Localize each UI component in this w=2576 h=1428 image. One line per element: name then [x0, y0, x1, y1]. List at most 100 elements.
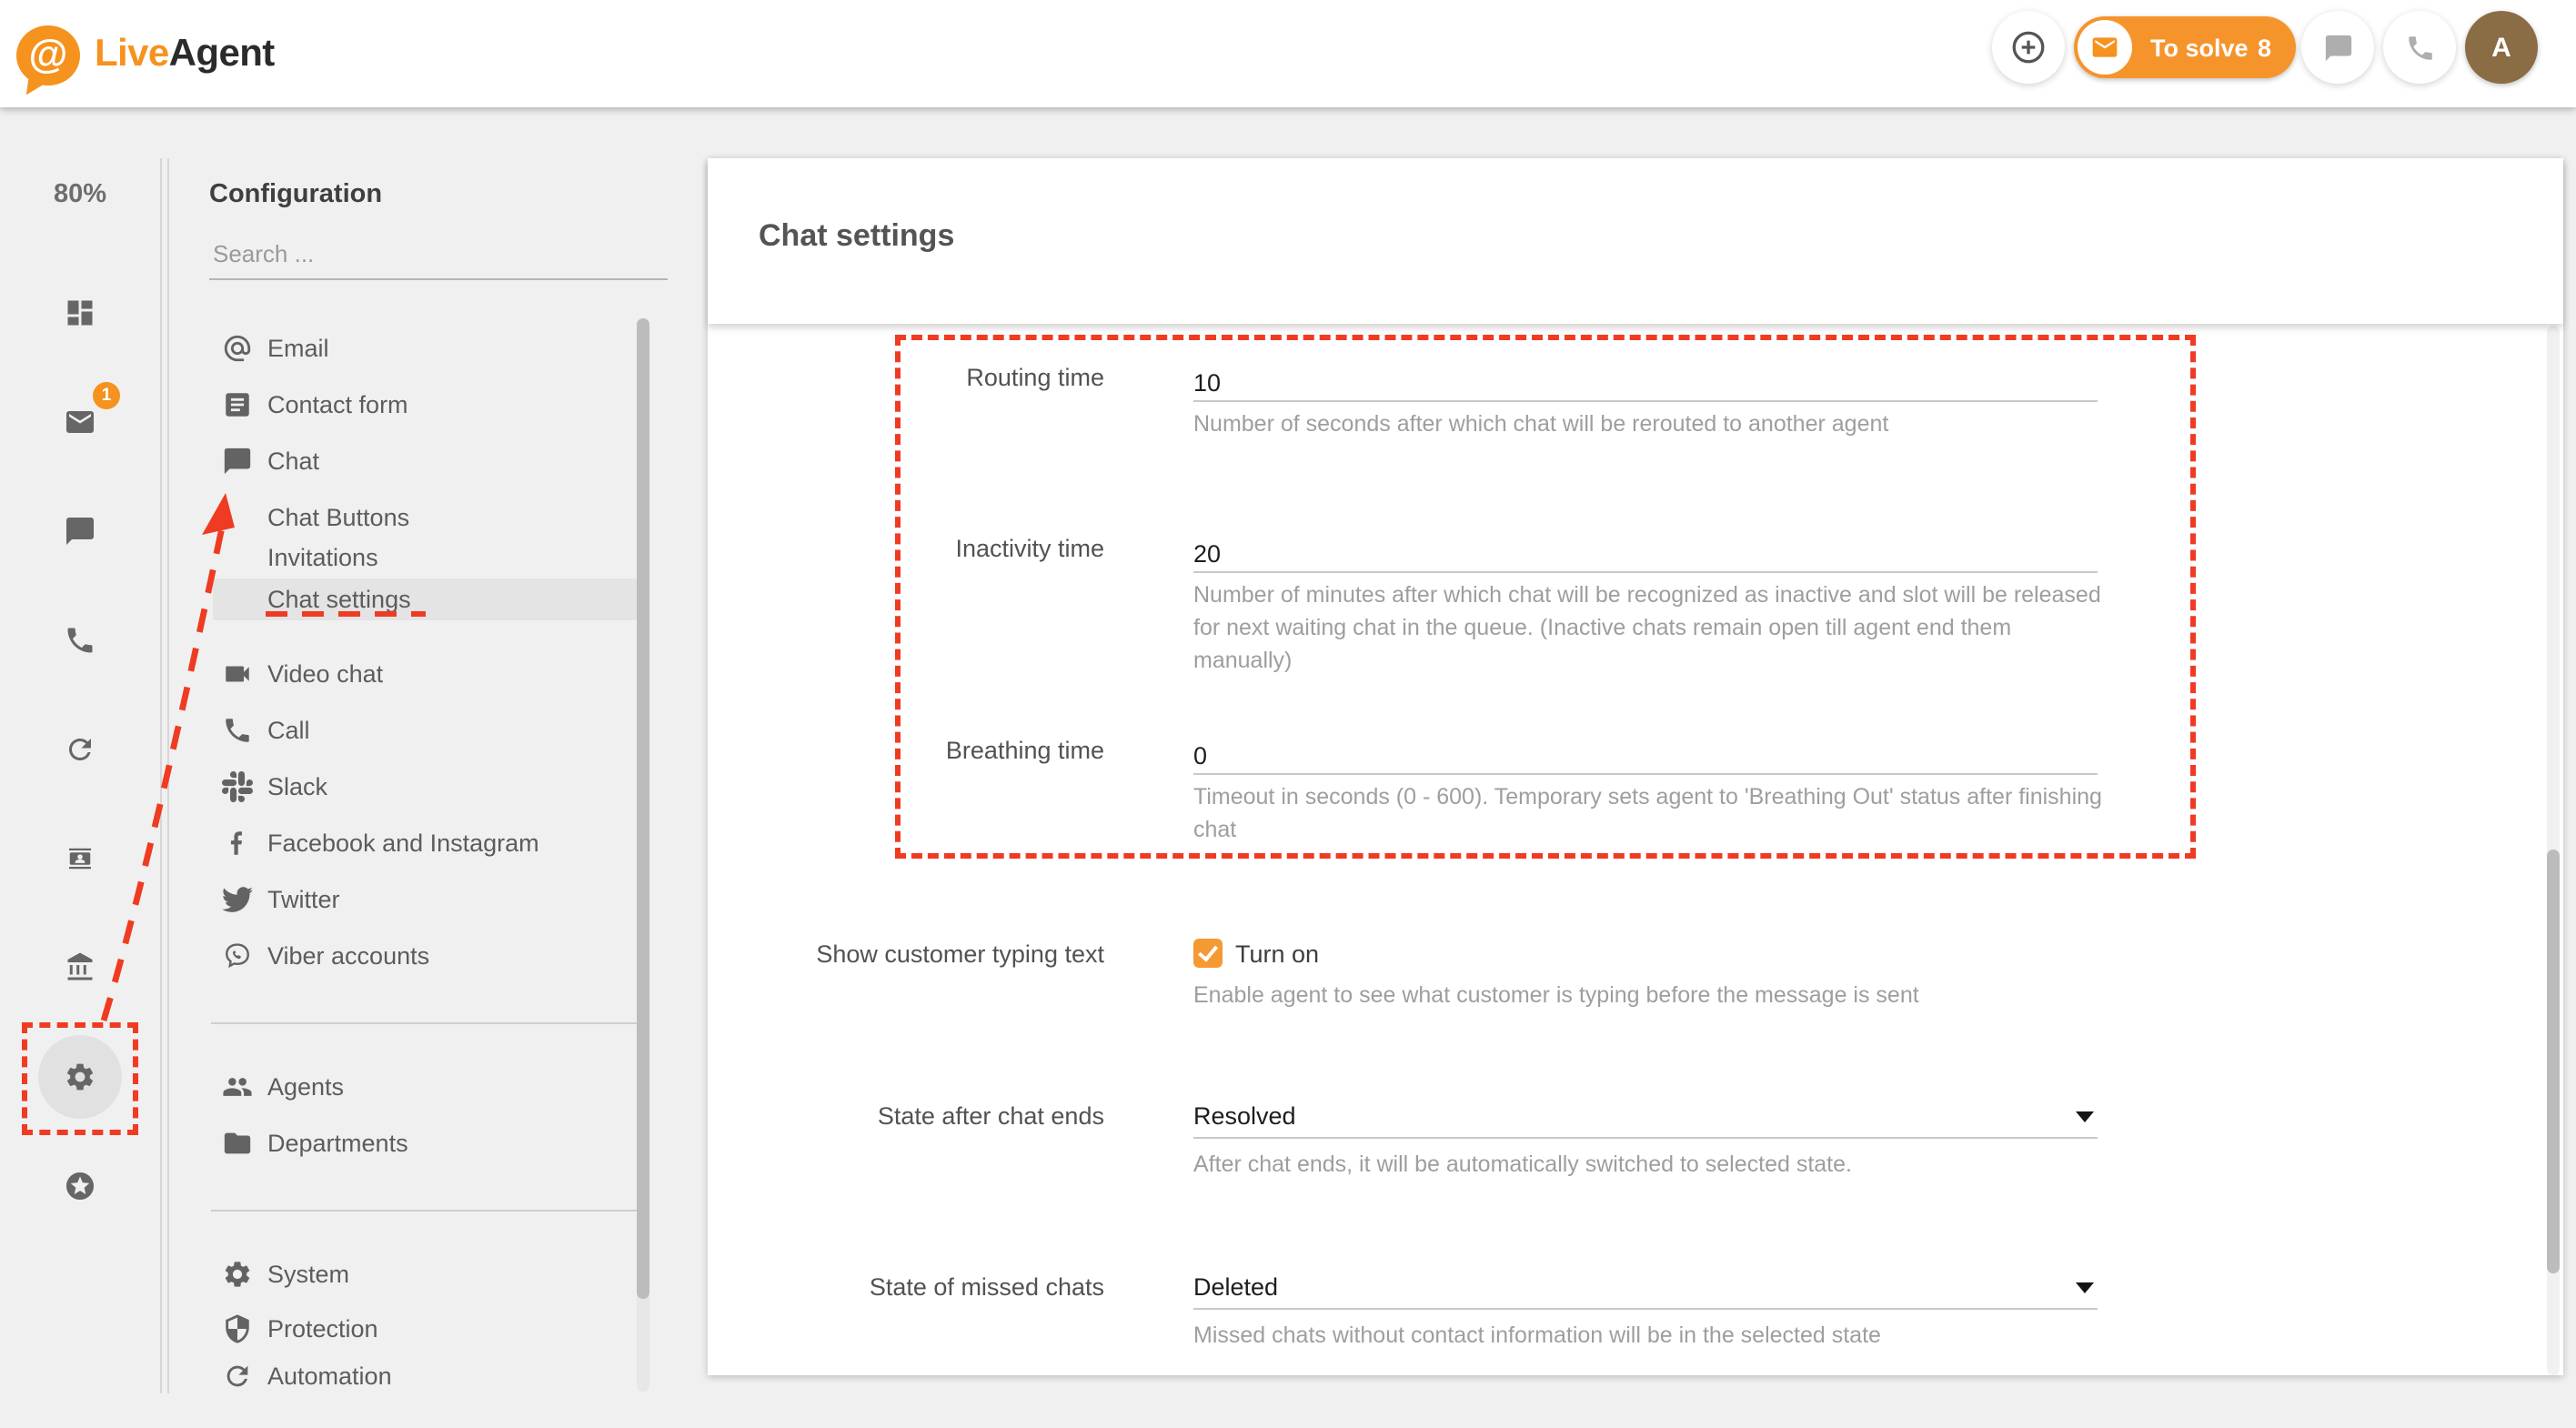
sidebar-item-automation[interactable]: Automation	[169, 1357, 637, 1392]
sidebar-item-system[interactable]: System	[169, 1255, 637, 1295]
routing-time-input[interactable]	[1193, 364, 2098, 402]
configuration-title: Configuration	[209, 180, 382, 209]
settings-annotation-box	[22, 1022, 138, 1135]
chevron-down-icon[interactable]	[2076, 1282, 2094, 1293]
sidebar-item-label: Protection	[267, 1315, 378, 1343]
inactivity-time-label: Inactivity time	[719, 535, 1104, 562]
sidebar-item-label: System	[267, 1261, 349, 1288]
to-solve-label: To solve	[2150, 34, 2249, 61]
rail-chats-icon[interactable]	[64, 515, 96, 548]
rail-gamification-icon[interactable]	[64, 1170, 96, 1202]
routing-time-helper: Number of seconds after which chat will …	[1193, 407, 2110, 440]
breathing-time-input[interactable]	[1193, 737, 2098, 775]
sidebar-item-departments[interactable]: Departments	[169, 1124, 637, 1164]
sidebar-item-invitations[interactable]: Invitations	[169, 538, 637, 578]
sidebar-item-label: Agents	[267, 1073, 344, 1101]
slack-icon	[222, 771, 253, 802]
search-underline	[209, 278, 668, 280]
rail-tickets-icon[interactable]	[64, 406, 96, 438]
sidebar-item-label: Contact form	[267, 391, 408, 418]
videocam-icon	[222, 659, 253, 689]
sync-icon	[222, 1361, 253, 1392]
document-icon	[222, 389, 253, 420]
sidebar-item-label: Twitter	[267, 886, 340, 913]
to-solve-count: 8	[2258, 34, 2271, 61]
phone-icon	[222, 715, 253, 746]
sidebar-item-label: Call	[267, 717, 310, 744]
folder-icon	[222, 1128, 253, 1159]
rail-divider-line	[160, 158, 162, 1393]
chevron-down-icon[interactable]	[2076, 1111, 2094, 1122]
gear-icon	[222, 1259, 253, 1290]
sidebar-section-divider	[211, 1022, 637, 1024]
logo-text: LiveAgent	[95, 33, 275, 76]
sidebar-item-label: Chat	[267, 448, 319, 475]
sidebar-item-email[interactable]: Email	[169, 329, 637, 369]
phone-icon	[2404, 32, 2435, 63]
rail-calls-icon[interactable]	[64, 624, 96, 657]
chat-bubble-icon	[2322, 32, 2353, 63]
sidebar-item-label: Viber accounts	[267, 942, 429, 970]
twitter-icon	[222, 884, 253, 915]
rail-billing-icon[interactable]	[64, 951, 96, 984]
logo-live: Live	[95, 33, 169, 75]
sidebar-item-chat-buttons[interactable]: Chat Buttons	[169, 498, 637, 538]
sidebar-item-slack[interactable]: Slack	[169, 768, 637, 808]
sidebar-item-call[interactable]: Call	[169, 711, 637, 751]
routing-time-label: Routing time	[719, 364, 1104, 391]
sidebar-item-contact-form[interactable]: Contact form	[169, 386, 637, 426]
zoom-level-indicator[interactable]: 80%	[0, 180, 160, 209]
sidebar-section-divider	[211, 1210, 637, 1212]
sidebar-item-agents[interactable]: Agents	[169, 1068, 637, 1108]
shield-icon	[222, 1313, 253, 1344]
chat-settings-header: Chat settings	[708, 158, 2563, 324]
top-header: @ LiveAgent To solve 8	[0, 0, 2576, 107]
rail-dashboard-icon[interactable]	[64, 297, 96, 329]
mail-icon	[2090, 33, 2119, 62]
chat-bubble-icon	[222, 446, 253, 477]
sidebar-item-video-chat[interactable]: Video chat	[169, 655, 637, 695]
rail-reports-icon[interactable]	[64, 733, 96, 766]
add-new-button[interactable]	[1992, 11, 2065, 84]
chat-settings-annotation-underline	[266, 611, 426, 618]
breathing-time-label: Breathing time	[719, 737, 1104, 764]
sidebar-item-viber[interactable]: Viber accounts	[169, 937, 637, 977]
state-after-label: State after chat ends	[719, 1102, 1104, 1130]
search-input[interactable]	[209, 238, 671, 269]
state-after-select[interactable]: Resolved	[1193, 1102, 2098, 1139]
sidebar-clip: Automation	[169, 1357, 637, 1392]
logo-agent: Agent	[169, 33, 275, 75]
sidebar-item-label: Departments	[267, 1130, 408, 1157]
sidebar-item-label: Chat settings	[267, 586, 411, 613]
to-solve-button[interactable]: To solve 8	[2074, 16, 2296, 78]
user-avatar[interactable]: A	[2465, 11, 2538, 84]
sidebar-item-label: Automation	[267, 1363, 392, 1390]
sidebar-item-protection[interactable]: Protection	[169, 1310, 637, 1350]
chats-header-button[interactable]	[2301, 11, 2374, 84]
liveagent-logo[interactable]: @ LiveAgent	[16, 18, 275, 91]
envelope-circle	[2078, 20, 2132, 75]
sidebar-item-label: Email	[267, 335, 329, 362]
sidebar-item-label: Facebook and Instagram	[267, 830, 539, 857]
state-after-helper: After chat ends, it will be automaticall…	[1193, 1148, 2110, 1181]
viber-icon	[222, 940, 253, 971]
sidebar-scrollbar-thumb[interactable]	[637, 318, 649, 1299]
at-glyph: @	[29, 35, 68, 75]
rail-contacts-icon[interactable]	[64, 842, 96, 875]
calls-header-button[interactable]	[2383, 11, 2456, 84]
facebook-icon	[222, 828, 253, 859]
at-icon	[222, 333, 253, 364]
state-missed-label: State of missed chats	[719, 1273, 1104, 1301]
state-missed-select[interactable]: Deleted	[1193, 1273, 2098, 1310]
plus-circle-icon	[2008, 27, 2048, 67]
turn-on-checkbox[interactable]	[1193, 939, 1223, 968]
sidebar-item-facebook-instagram[interactable]: Facebook and Instagram	[169, 824, 637, 864]
show-typing-label: Show customer typing text	[719, 940, 1104, 968]
main-scrollbar-thumb[interactable]	[2547, 850, 2560, 1273]
sidebar-item-label: Video chat	[267, 660, 383, 688]
inactivity-time-input[interactable]	[1193, 535, 2098, 573]
sidebar-item-chat[interactable]: Chat	[169, 442, 637, 482]
inactivity-time-helper: Number of minutes after which chat will …	[1193, 578, 2110, 677]
show-typing-helper: Enable agent to see what customer is typ…	[1193, 979, 2110, 1011]
sidebar-item-twitter[interactable]: Twitter	[169, 880, 637, 920]
